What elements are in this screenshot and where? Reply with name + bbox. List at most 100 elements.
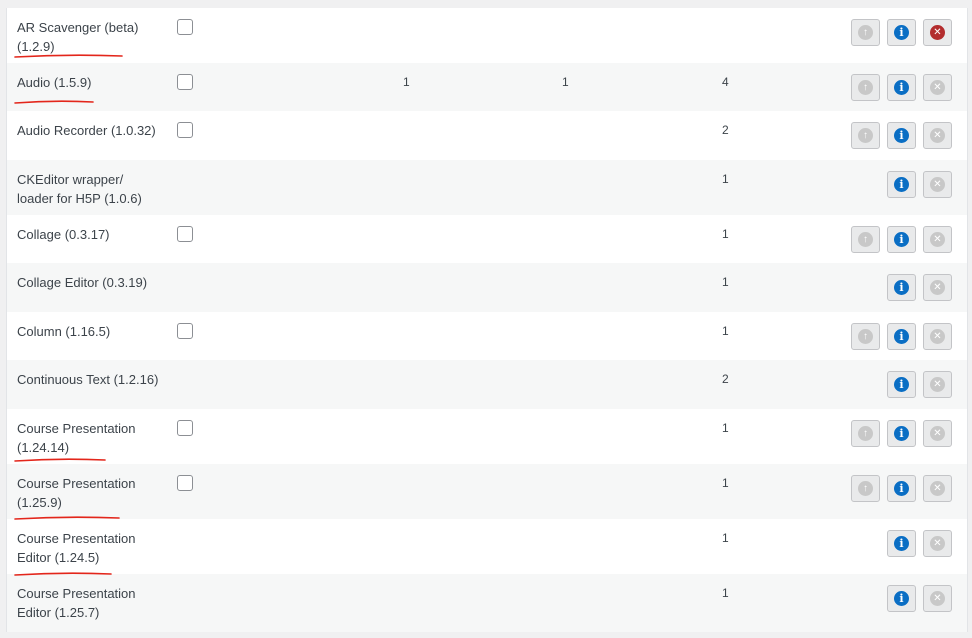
delete-x-icon: ✕ — [930, 128, 945, 143]
restricted-checkbox[interactable] — [177, 74, 193, 90]
details-button[interactable]: i — [887, 171, 916, 198]
details-button[interactable]: i — [887, 475, 916, 502]
info-icon: i — [894, 232, 909, 247]
table-row: CKEditor wrapper/loader for H5P (1.0.6) 1… — [7, 160, 967, 215]
count-cell: 4 — [722, 75, 729, 89]
details-button[interactable]: i — [887, 371, 916, 398]
count-cell: 1 — [562, 75, 569, 89]
restricted-checkbox[interactable] — [177, 323, 193, 339]
count-cell: 1 — [722, 227, 729, 241]
table-row: Audio Recorder (1.0.32) 2 ↑ i ✕ — [7, 111, 967, 160]
details-button[interactable]: i — [887, 226, 916, 253]
info-icon: i — [894, 280, 909, 295]
libraries-table: AR Scavenger (beta) (1.2.9) ↑ i ✕ Audio (1.5.… — [6, 8, 968, 632]
library-title-line: Audio Recorder (1.0.32) — [17, 123, 156, 138]
details-button[interactable]: i — [887, 530, 916, 557]
delete-button[interactable]: ✕ — [923, 323, 952, 350]
library-title-line: Collage Editor (0.3.19) — [17, 275, 148, 290]
delete-button[interactable]: ✕ — [923, 74, 952, 101]
delete-x-icon: ✕ — [930, 481, 945, 496]
library-title: AR Scavenger (beta) (1.2.9) — [17, 18, 167, 56]
upgrade-arrow-icon: ↑ — [858, 481, 873, 496]
table-row: Column (1.16.5) 1 ↑ i ✕ — [7, 312, 967, 360]
library-title: Column (1.16.5) — [17, 322, 167, 341]
upgrade-button[interactable]: ↑ — [851, 74, 880, 101]
details-button[interactable]: i — [887, 323, 916, 350]
upgrade-arrow-icon: ↑ — [858, 25, 873, 40]
count-cell: 2 — [722, 123, 729, 137]
upgrade-button[interactable]: ↑ — [851, 323, 880, 350]
info-icon: i — [894, 536, 909, 551]
library-version-line: Editor (1.25.7) — [17, 605, 100, 620]
delete-x-icon: ✕ — [930, 536, 945, 551]
info-icon: i — [894, 591, 909, 606]
restricted-checkbox[interactable] — [177, 475, 193, 491]
library-title-line: CKEditor wrapper/ — [17, 172, 124, 187]
delete-button[interactable]: ✕ — [923, 19, 952, 46]
upgrade-button[interactable]: ↑ — [851, 226, 880, 253]
library-title: Collage (0.3.17) — [17, 225, 167, 244]
table-row: Course Presentation Editor (1.24.5) 1 i ✕ — [7, 519, 967, 574]
library-title-line: Course Presentation — [17, 476, 136, 491]
library-title: Course Presentation (1.24.14) — [17, 419, 167, 457]
details-button[interactable]: i — [887, 122, 916, 149]
library-version-line: Editor (1.24.5) — [17, 550, 100, 565]
restricted-checkbox[interactable] — [177, 122, 193, 138]
details-button[interactable]: i — [887, 420, 916, 447]
library-title-line: AR Scavenger (beta) — [17, 20, 139, 35]
library-version-line: (1.24.14) — [17, 440, 70, 455]
details-button[interactable]: i — [887, 585, 916, 612]
info-icon: i — [894, 377, 909, 392]
info-icon: i — [894, 481, 909, 496]
upgrade-arrow-icon: ↑ — [858, 80, 873, 95]
info-icon: i — [894, 80, 909, 95]
delete-button[interactable]: ✕ — [923, 122, 952, 149]
delete-x-icon: ✕ — [930, 426, 945, 441]
table-row: Collage (0.3.17) 1 ↑ i ✕ — [7, 215, 967, 263]
delete-x-icon: ✕ — [930, 232, 945, 247]
count-cell: 1 — [722, 172, 729, 186]
delete-button[interactable]: ✕ — [923, 171, 952, 198]
library-title-line: Course Presentation — [17, 586, 136, 601]
table-row: Course Presentation Editor (1.25.7) 1 i ✕ — [7, 574, 967, 632]
delete-x-icon: ✕ — [930, 329, 945, 344]
delete-x-icon: ✕ — [930, 591, 945, 606]
library-title: Collage Editor (0.3.19) — [17, 273, 167, 292]
upgrade-arrow-icon: ↑ — [858, 426, 873, 441]
library-title-line: Collage (0.3.17) — [17, 227, 110, 242]
table-row: Audio (1.5.9) 1 1 4 ↑ i ✕ — [7, 63, 967, 111]
delete-button[interactable]: ✕ — [923, 226, 952, 253]
delete-button[interactable]: ✕ — [923, 420, 952, 447]
details-button[interactable]: i — [887, 274, 916, 301]
library-title-line: Course Presentation — [17, 421, 136, 436]
delete-x-icon: ✕ — [930, 177, 945, 192]
library-title: Course Presentation Editor (1.24.5) — [17, 529, 167, 567]
restricted-checkbox[interactable] — [177, 420, 193, 436]
upgrade-button[interactable]: ↑ — [851, 19, 880, 46]
details-button[interactable]: i — [887, 74, 916, 101]
upgrade-arrow-icon: ↑ — [858, 232, 873, 247]
count-cell: 1 — [722, 421, 729, 435]
details-button[interactable]: i — [887, 19, 916, 46]
restricted-checkbox[interactable] — [177, 226, 193, 242]
library-title: Continuous Text (1.2.16) — [17, 370, 167, 389]
restricted-checkbox[interactable] — [177, 19, 193, 35]
library-title-line: Column (1.16.5) — [17, 324, 111, 339]
count-cell: 2 — [722, 372, 729, 386]
count-cell: 1 — [403, 75, 410, 89]
upgrade-button[interactable]: ↑ — [851, 475, 880, 502]
library-version-line: (1.2.9) — [17, 39, 55, 54]
library-title-line: Continuous Text (1.2.16) — [17, 372, 159, 387]
count-cell: 1 — [722, 476, 729, 490]
delete-button[interactable]: ✕ — [923, 475, 952, 502]
delete-button[interactable]: ✕ — [923, 530, 952, 557]
library-title: Audio Recorder (1.0.32) — [17, 121, 167, 140]
delete-button[interactable]: ✕ — [923, 585, 952, 612]
delete-button[interactable]: ✕ — [923, 274, 952, 301]
delete-button[interactable]: ✕ — [923, 371, 952, 398]
upgrade-button[interactable]: ↑ — [851, 122, 880, 149]
library-title: Audio (1.5.9) — [17, 73, 167, 92]
upgrade-button[interactable]: ↑ — [851, 420, 880, 447]
upgrade-arrow-icon: ↑ — [858, 128, 873, 143]
info-icon: i — [894, 329, 909, 344]
